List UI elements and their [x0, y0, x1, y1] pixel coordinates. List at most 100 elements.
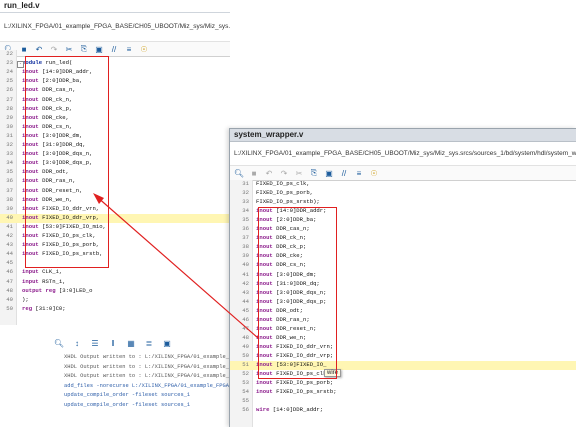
- code-line[interactable]: 43 inout [3:0]DDR_dqs_n;: [230, 289, 576, 298]
- line-number: 37: [242, 234, 249, 242]
- code-line[interactable]: 44 inout [3:0]DDR_dqs_p;: [230, 298, 576, 307]
- code-text: inout DDR_reset_n;: [256, 324, 317, 332]
- code-line[interactable]: 48 inout DDR_we_n;: [230, 334, 576, 343]
- code-line[interactable]: 31 FIXED_IO_ps_clk,: [230, 180, 576, 189]
- code-text: inout DDR_ras_n,: [22, 177, 76, 185]
- save-icon[interactable]: ■: [249, 168, 259, 178]
- code-line[interactable]: 32 FIXED_IO_ps_porb,: [230, 189, 576, 198]
- code-text: inout FIXED_IO_ddr_vrp,: [22, 213, 100, 221]
- code-line[interactable]: 37 inout DDR_reset_n,: [0, 187, 230, 196]
- paste-icon[interactable]: ▣: [324, 168, 334, 178]
- code-line[interactable]: 42 inout [31:0]DDR_dq;: [230, 280, 576, 289]
- code-line[interactable]: 48 output reg [3:0]LED_o: [0, 287, 230, 296]
- code-line[interactable]: 41 inout [3:0]DDR_dm;: [230, 271, 576, 280]
- columns-icon[interactable]: ≡: [354, 168, 364, 178]
- code-line[interactable]: 41 inout [53:0]FIXED_IO_mio,: [0, 223, 230, 232]
- code-line[interactable]: 36 inout DDR_ras_n,: [0, 177, 230, 186]
- code-text: inout DDR_ck_p,: [22, 104, 73, 112]
- code-line[interactable]: 54 inout FIXED_IO_ps_srstb;: [230, 388, 576, 397]
- code-editor[interactable]: 22 23 module run_led(24 inout [14:0]DDR_add…: [0, 50, 230, 325]
- code-line[interactable]: 44 inout FIXED_IO_ps_srstb,: [0, 250, 230, 259]
- comment-icon[interactable]: //: [339, 168, 349, 178]
- code-line[interactable]: 47 inout DDR_reset_n;: [230, 325, 576, 334]
- code-line[interactable]: 40 inout DDR_cs_n;: [230, 261, 576, 270]
- code-line[interactable]: 45 inout DDR_odt;: [230, 307, 576, 316]
- line-number: 52: [242, 370, 249, 378]
- code-line[interactable]: 33 inout [3:0]DDR_dqs_n,: [0, 150, 230, 159]
- code-line[interactable]: 24 inout [14:0]DDR_addr,: [0, 68, 230, 77]
- code-line[interactable]: 43 inout FIXED_IO_ps_porb,: [0, 241, 230, 250]
- line-number: 35: [242, 216, 249, 224]
- code-line[interactable]: 34 inout [14:0]DDR_addr;: [230, 207, 576, 216]
- code-line[interactable]: 35 inout [2:0]DDR_ba;: [230, 216, 576, 225]
- line-number: 40: [6, 213, 13, 221]
- search-icon[interactable]: 🔍︎: [234, 168, 244, 178]
- code-line[interactable]: 42 inout FIXED_IO_ps_clk,: [0, 232, 230, 241]
- code-line[interactable]: 39 inout DDR_cke;: [230, 252, 576, 261]
- expand-icon[interactable]: ☰: [90, 338, 100, 348]
- code-line[interactable]: 27 inout DDR_ck_n,: [0, 96, 230, 105]
- redo-icon[interactable]: ↷: [279, 168, 289, 178]
- code-text: inout [3:0]DDR_dm,: [22, 131, 83, 139]
- code-line[interactable]: 29 inout DDR_cke,: [0, 114, 230, 123]
- code-text: inout DDR_cs_n,: [22, 122, 73, 130]
- code-line[interactable]: 37 inout DDR_ck_n;: [230, 234, 576, 243]
- code-line[interactable]: 52 inout FIXED_IO_ps_clk;: [230, 370, 576, 379]
- code-line[interactable]: 38 inout DDR_ck_p;: [230, 243, 576, 252]
- code-line[interactable]: 25 inout [2:0]DDR_ba,: [0, 77, 230, 86]
- code-line[interactable]: 46 inout DDR_ras_n;: [230, 316, 576, 325]
- code-line[interactable]: 28 inout DDR_ck_p,: [0, 105, 230, 114]
- code-line[interactable]: 46 input CLK_i,: [0, 268, 230, 277]
- system-wrapper-editor-window: system_wrapper.v L:/XILINX_FPGA/01_examp…: [229, 128, 576, 427]
- console-line: add_files -norecurse L:/XILINX_FPGA/01_e…: [64, 382, 230, 389]
- code-line[interactable]: 31 inout [3:0]DDR_dm,: [0, 132, 230, 141]
- line-number: 45: [6, 259, 13, 267]
- bulb-icon[interactable]: ☉: [369, 168, 379, 178]
- code-text: inout FIXED_IO_ddr_vrp;: [256, 351, 334, 359]
- line-number: 50: [6, 304, 13, 312]
- code-line[interactable]: 49);: [0, 296, 230, 305]
- code-line[interactable]: 53 inout FIXED_IO_ps_porb;: [230, 379, 576, 388]
- code-line[interactable]: 38 inout DDR_we_n,: [0, 196, 230, 205]
- code-line[interactable]: 33 FIXED_IO_ps_srstb);: [230, 198, 576, 207]
- line-number: 33: [242, 198, 249, 206]
- copy-icon[interactable]: ⎘: [309, 168, 319, 178]
- line-number: 48: [6, 286, 13, 294]
- code-text: inout [14:0]DDR_addr;: [256, 207, 327, 215]
- line-number: 23: [6, 59, 13, 67]
- line-number: 46: [242, 315, 249, 323]
- cut-icon[interactable]: ✂: [294, 168, 304, 178]
- code-line[interactable]: 40 inout FIXED_IO_ddr_vrp,: [0, 213, 230, 223]
- clear-icon[interactable]: ▣: [162, 338, 172, 348]
- undo-icon[interactable]: ↶: [264, 168, 274, 178]
- code-text: inout DDR_cke;: [256, 252, 304, 260]
- code-line[interactable]: 50 reg [31:0]C0;: [0, 305, 230, 314]
- code-line[interactable]: 22: [0, 50, 230, 59]
- pause-icon[interactable]: ‖: [108, 338, 118, 348]
- fold-toggle-icon[interactable]: -: [17, 60, 24, 68]
- code-line[interactable]: 30 inout DDR_cs_n,: [0, 123, 230, 132]
- code-line[interactable]: 47 input RSTn_i,: [0, 278, 230, 287]
- table-icon[interactable]: ▦: [126, 338, 136, 348]
- code-line[interactable]: 26 inout DDR_cas_n,: [0, 86, 230, 95]
- code-line[interactable]: 50 inout FIXED_IO_ddr_vrp;: [230, 352, 576, 361]
- code-line[interactable]: 34 inout [3:0]DDR_dqs_p,: [0, 159, 230, 168]
- search-icon[interactable]: 🔍︎: [54, 338, 64, 348]
- line-number: 49: [242, 342, 249, 350]
- code-line[interactable]: 35 inout DDR_odt,: [0, 168, 230, 177]
- code-line[interactable]: 56 wire [14:0]DDR_addr;: [230, 406, 576, 415]
- collapse-icon[interactable]: ↕: [72, 338, 82, 348]
- code-line[interactable]: 32 inout [31:0]DDR_dq,: [0, 141, 230, 150]
- code-line[interactable]: 51 inout [53:0]FIXED_IO_: [230, 361, 576, 371]
- line-number: 39: [6, 204, 13, 212]
- code-line[interactable]: 45: [0, 259, 230, 268]
- code-line[interactable]: 49 inout FIXED_IO_ddr_vrn;: [230, 343, 576, 352]
- line-number: 43: [242, 288, 249, 296]
- list-icon[interactable]: ≣: [144, 338, 154, 348]
- code-line[interactable]: 55: [230, 397, 576, 406]
- code-editor[interactable]: 31 FIXED_IO_ps_clk, 32 FIXED_IO_ps_porb, 3…: [230, 180, 576, 427]
- line-number: 41: [242, 270, 249, 278]
- code-line[interactable]: 39 inout FIXED_IO_ddr_vrn,: [0, 205, 230, 214]
- code-line[interactable]: 23 module run_led(: [0, 59, 230, 68]
- code-line[interactable]: 36 inout DDR_cas_n;: [230, 225, 576, 234]
